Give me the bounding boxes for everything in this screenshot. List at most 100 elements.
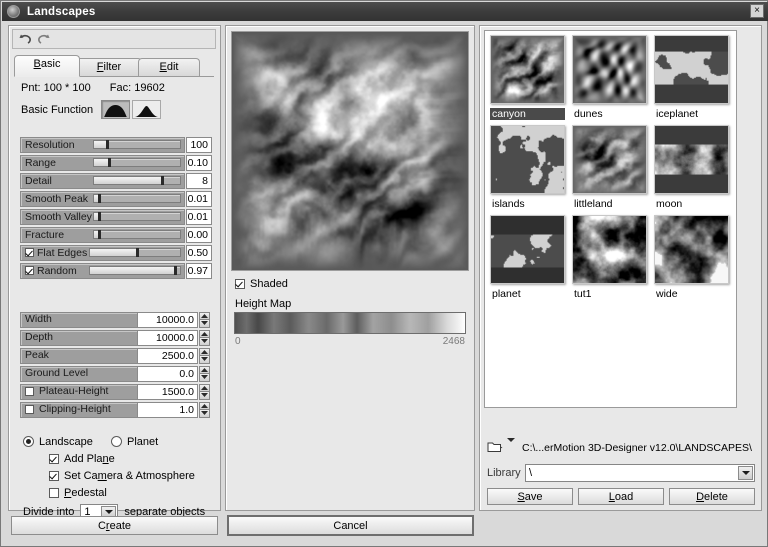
thumbnail-image-iceplanet[interactable] [654,35,729,104]
peak-shape-button[interactable] [132,100,161,119]
thumbnail-item[interactable]: planet [490,215,567,300]
slider-track[interactable] [93,176,181,185]
numeric-value[interactable]: 1.0 [138,402,198,418]
slider-range[interactable]: Range [20,155,185,171]
folder-icon[interactable] [487,440,504,456]
landscape-preview-image[interactable] [231,31,469,271]
spin-down-icon[interactable] [199,320,210,328]
numeric-value[interactable]: 2500.0 [138,348,198,364]
numeric-value[interactable]: 10000.0 [138,330,198,346]
checkbox-shaded[interactable]: Shaded [235,278,288,290]
thumbnail-item[interactable]: moon [654,125,731,210]
spin-up-icon[interactable] [199,330,210,339]
slider-smooth-peak[interactable]: Smooth Peak [20,191,185,207]
slider-detail[interactable]: Detail [20,173,185,189]
tab-filter[interactable]: Filter [76,58,142,76]
thumbnail-item[interactable]: iceplanet [654,35,731,120]
numeric-value[interactable]: 1500.0 [138,384,198,400]
thumbnail-image-canyon[interactable] [490,35,565,104]
library-dropdown[interactable]: \ [525,464,755,482]
dome-shape-button[interactable] [101,100,130,119]
checkbox-add-plane[interactable]: Add Plane [23,451,213,466]
slider-knob[interactable] [108,158,111,167]
cancel-button[interactable]: Cancel [227,515,474,536]
thumbnail-image-wide[interactable] [654,215,729,284]
create-button[interactable]: Create [11,516,218,535]
slider-track[interactable] [89,248,181,257]
spin-down-icon[interactable] [199,374,210,382]
slider-track[interactable] [93,158,181,167]
checkbox-pedestal[interactable]: Pedestal [23,485,213,500]
spin-up-icon[interactable] [199,402,210,411]
numeric-spinner[interactable] [199,348,210,364]
numeric-value[interactable]: 0.0 [138,366,198,382]
numeric-spinner[interactable] [199,402,210,418]
numeric-checkbox[interactable] [25,387,34,396]
radio-planet[interactable]: Planet [111,436,158,448]
undo-icon[interactable] [15,31,34,48]
thumbnail-item[interactable]: canyon [490,35,567,120]
delete-button[interactable]: Delete [669,488,755,505]
slider-value[interactable]: 0.97 [186,263,212,279]
spin-down-icon[interactable] [199,410,210,418]
thumbnail-item[interactable]: islands [490,125,567,210]
thumbnail-image-dunes[interactable] [572,35,647,104]
radio-landscape[interactable]: Landscape [23,436,111,448]
slider-knob[interactable] [98,212,101,221]
thumbnail-image-islands[interactable] [490,125,565,194]
thumbnail-item[interactable]: tut1 [572,215,649,300]
slider-checkbox[interactable] [25,248,34,257]
slider-value[interactable]: 8 [186,173,212,189]
slider-smooth-valley[interactable]: Smooth Valley [20,209,185,225]
library-chevron-down-icon[interactable] [738,466,753,480]
tab-basic[interactable]: BBasicasic [14,55,80,77]
spin-up-icon[interactable] [199,384,210,393]
slider-knob[interactable] [106,140,109,149]
spin-down-icon[interactable] [199,392,210,400]
slider-knob[interactable] [161,176,164,185]
load-button[interactable]: Load [578,488,664,505]
thumbnail-browser[interactable]: canyondunesiceplanet islandslittlelandmoo… [484,30,737,408]
slider-resolution[interactable]: Resolution [20,137,185,153]
numeric-spinner[interactable] [199,366,210,382]
close-icon[interactable]: × [750,4,764,18]
spin-up-icon[interactable] [199,312,210,321]
numeric-checkbox[interactable] [25,405,34,414]
numeric-value[interactable]: 10000.0 [138,312,198,328]
slider-knob[interactable] [98,194,101,203]
thumbnail-image-moon[interactable] [654,125,729,194]
spin-down-icon[interactable] [199,356,210,364]
save-button[interactable]: Save [487,488,573,505]
slider-random[interactable]: Random [20,263,185,279]
thumbnail-item[interactable]: wide [654,215,731,300]
redo-icon[interactable] [35,31,54,48]
slider-knob[interactable] [136,248,139,257]
spin-up-icon[interactable] [199,348,210,357]
slider-track[interactable] [93,194,181,203]
slider-flat-edges[interactable]: Flat Edges [20,245,185,261]
numeric-spinner[interactable] [199,312,210,328]
thumbnail-image-planet[interactable] [490,215,565,284]
thumbnail-image-littleland[interactable] [572,125,647,194]
tab-edit[interactable]: Edit [138,58,200,76]
slider-track[interactable] [89,266,181,275]
height-map-gradient[interactable] [234,312,466,334]
slider-fracture[interactable]: Fracture [20,227,185,243]
thumbnail-image-tut1[interactable] [572,215,647,284]
slider-value[interactable]: 0.01 [186,191,212,207]
slider-checkbox[interactable] [25,266,34,275]
spin-up-icon[interactable] [199,366,210,375]
numeric-spinner[interactable] [199,384,210,400]
numeric-spinner[interactable] [199,330,210,346]
thumbnail-item[interactable]: littleland [572,125,649,210]
checkbox-set-camera[interactable]: Set Camera & Atmosphere [23,468,213,483]
thumbnail-item[interactable]: dunes [572,35,649,120]
folder-dropdown-icon[interactable] [507,442,515,454]
slider-value[interactable]: 0.00 [186,227,212,243]
slider-track[interactable] [93,212,181,221]
slider-track[interactable] [93,140,181,149]
slider-knob[interactable] [174,266,177,275]
slider-track[interactable] [93,230,181,239]
slider-value[interactable]: 0.01 [186,209,212,225]
slider-value[interactable]: 0.10 [186,155,212,171]
